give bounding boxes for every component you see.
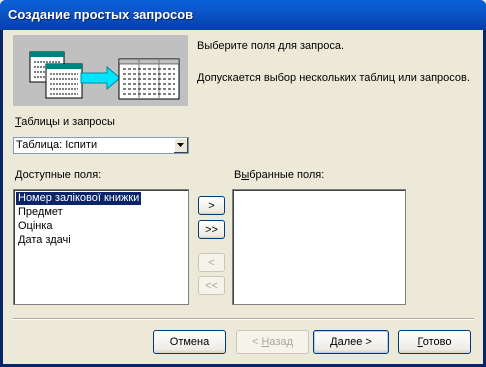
combo-dropdown-button[interactable] [173, 138, 188, 153]
selected-fields-label-text: бранные поля: [249, 169, 325, 181]
chevron-down-icon [177, 143, 184, 147]
available-fields-list[interactable]: Номер залікової книжки Предмет Оцінка Да… [13, 189, 189, 305]
remove-all-button[interactable]: << [198, 276, 225, 295]
tables-to-query-illustration [13, 35, 188, 106]
title-bar[interactable]: Создание простых запросов [0, 0, 486, 30]
next-button[interactable]: Далее > [313, 330, 389, 354]
intro-line-2: Допускается выбор нескольких таблиц или … [197, 72, 470, 84]
available-field-item[interactable]: Дата здачі [16, 234, 73, 247]
intro-line-1: Выберите поля для запроса. [197, 40, 345, 52]
available-field-item[interactable]: Оцінка [16, 220, 55, 233]
tables-combobox-value: Таблица: Іспити [16, 139, 98, 151]
available-field-item[interactable]: Номер залікової книжки [16, 192, 142, 205]
available-fields-accel: Д [15, 169, 23, 181]
next-button-accel: Д [330, 336, 338, 348]
available-fields-label: Доступные поля: [15, 169, 101, 181]
footer-separator [13, 318, 474, 320]
tables-combobox[interactable]: Таблица: Іспити [13, 137, 189, 154]
back-button[interactable]: < Назад [236, 330, 309, 354]
finish-button[interactable]: Готово [398, 330, 471, 354]
add-all-button[interactable]: >> [198, 220, 225, 239]
tables-label: Таблицы и запросы [15, 116, 115, 128]
back-button-text: азад [269, 336, 293, 348]
window-title: Создание простых запросов [8, 7, 194, 22]
available-field-item[interactable]: Предмет [16, 206, 65, 219]
selected-fields-label: Выбранные поля: [234, 169, 324, 181]
tables-label-text: аблицы и запросы [21, 116, 115, 128]
selected-fields-list[interactable] [232, 189, 406, 305]
tables-to-query-icon [29, 51, 180, 100]
remove-one-button[interactable]: < [198, 253, 225, 272]
add-one-button[interactable]: > [198, 196, 225, 215]
finish-button-text: отово [422, 336, 452, 348]
dialog-window: Создание простых запросов Выберите поля … [0, 0, 486, 367]
available-fields-label-text: оступные поля: [22, 169, 102, 181]
next-button-text: алее > [337, 336, 372, 348]
cancel-button[interactable]: Отмена [153, 330, 226, 354]
dialog-client-area: Выберите поля для запроса. Допускается в… [3, 30, 483, 364]
